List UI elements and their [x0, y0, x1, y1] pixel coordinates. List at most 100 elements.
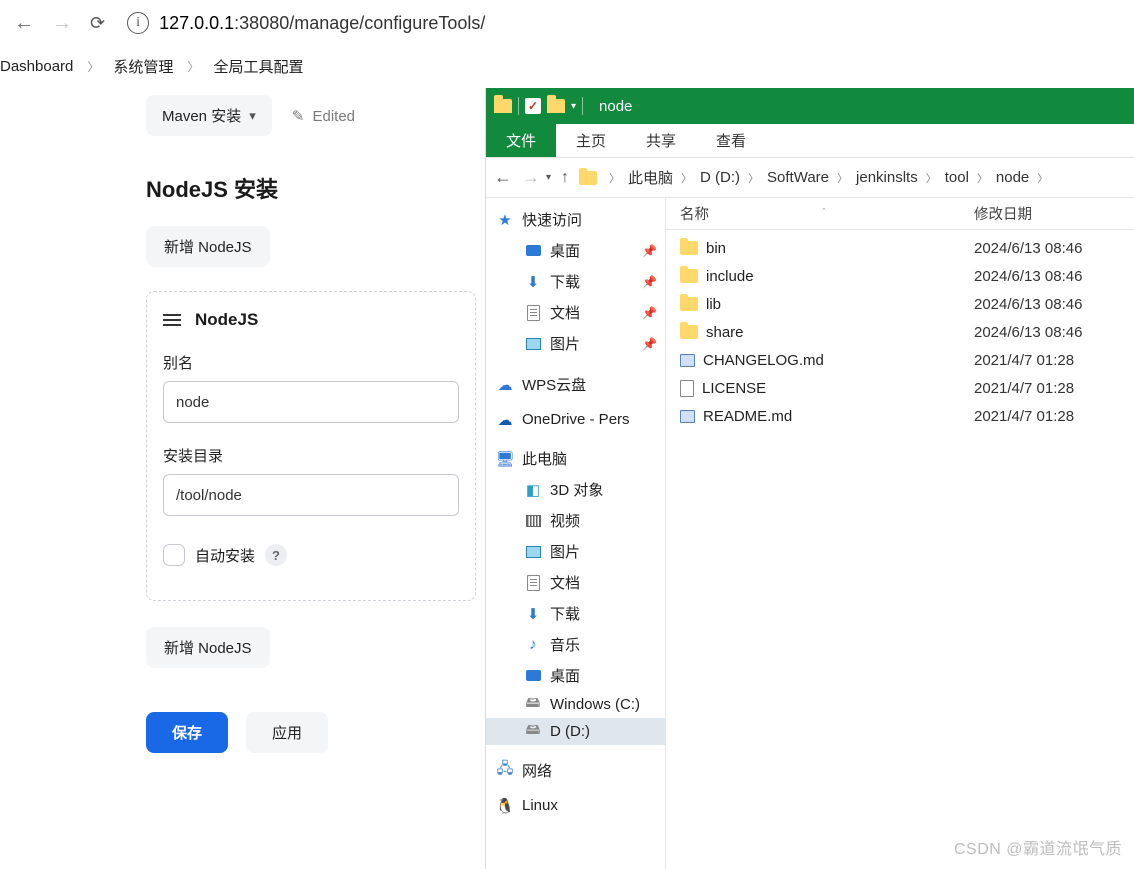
sidebar-music[interactable]: ♪音乐	[486, 629, 665, 660]
maven-install-pill[interactable]: Maven 安装 ▾	[146, 95, 272, 136]
column-date[interactable]: 修改日期	[974, 203, 1124, 224]
window-title: node	[599, 98, 632, 115]
sidebar-windows-c[interactable]: 🖴Windows (C:)	[486, 691, 665, 718]
onedrive-icon: ☁	[496, 412, 514, 428]
path-breadcrumb[interactable]: 〉 此电脑 〉 D (D:) 〉 SoftWare 〉 jenkinslts 〉…	[579, 167, 1124, 188]
path-segment[interactable]: D (D:)	[700, 169, 740, 186]
download-icon: ⬇	[524, 606, 542, 622]
address-bar[interactable]: i 127.0.0.1:38080/manage/configureTools/	[127, 12, 485, 34]
path-segment[interactable]: SoftWare	[767, 169, 829, 186]
file-row[interactable]: CHANGELOG.md 2021/4/7 01:28	[666, 346, 1134, 374]
sidebar-3d-objects[interactable]: ◧3D 对象	[486, 474, 665, 505]
cloud-icon: ☁	[496, 377, 514, 393]
sidebar-documents2[interactable]: 文档	[486, 567, 665, 598]
install-dir-input[interactable]	[163, 474, 459, 516]
sidebar-videos[interactable]: 视频	[486, 505, 665, 536]
file-date: 2021/4/7 01:28	[974, 352, 1124, 369]
dropdown-icon[interactable]: ▾	[571, 101, 576, 112]
sidebar-desktop2[interactable]: 桌面	[486, 660, 665, 691]
breadcrumb-item[interactable]: 全局工具配置	[213, 56, 303, 77]
folder-icon	[680, 269, 698, 283]
chevron-down-icon: ▾	[249, 108, 256, 124]
sidebar-downloads[interactable]: ⬇下载📌	[486, 266, 665, 297]
pencil-icon: ✎	[292, 107, 305, 125]
file-date: 2024/6/13 08:46	[974, 324, 1124, 341]
sidebar-documents[interactable]: 文档📌	[486, 297, 665, 328]
sidebar-linux[interactable]: 🐧Linux	[486, 792, 665, 819]
forward-icon[interactable]: →	[522, 167, 540, 188]
save-button[interactable]: 保存	[146, 712, 228, 753]
ribbon-tabs: 文件 主页 共享 查看	[486, 124, 1134, 158]
sidebar-d-drive[interactable]: 🖴D (D:)	[486, 718, 665, 745]
url-text: 127.0.0.1:38080/manage/configureTools/	[159, 13, 485, 34]
path-segment[interactable]: 此电脑	[628, 167, 673, 188]
music-icon: ♪	[524, 637, 542, 653]
download-icon: ⬇	[524, 274, 542, 290]
path-segment[interactable]: jenkinslts	[856, 169, 918, 186]
back-icon[interactable]: ←	[14, 12, 34, 35]
pin-icon: 📌	[642, 275, 657, 289]
file-row[interactable]: README.md 2021/4/7 01:28	[666, 402, 1134, 430]
path-segment[interactable]: node	[996, 169, 1029, 186]
pin-icon: 📌	[642, 306, 657, 320]
breadcrumb-item[interactable]: 系统管理	[113, 56, 173, 77]
file-row[interactable]: LICENSE2021/4/7 01:28	[666, 374, 1134, 402]
sidebar-wps[interactable]: ☁WPS云盘	[486, 369, 665, 400]
sidebar-network[interactable]: 🖧网络	[486, 755, 665, 786]
file-icon	[680, 380, 694, 397]
disk-icon: 🖴	[524, 724, 542, 740]
sidebar-desktop[interactable]: 桌面📌	[486, 235, 665, 266]
back-icon[interactable]: ←	[494, 167, 512, 188]
auto-install-checkbox[interactable]	[163, 544, 185, 566]
sidebar-downloads2[interactable]: ⬇下载	[486, 598, 665, 629]
sidebar-pictures2[interactable]: 图片	[486, 536, 665, 567]
path-segment[interactable]: tool	[945, 169, 969, 186]
sidebar-onedrive[interactable]: ☁OneDrive - Pers	[486, 406, 665, 433]
folder-icon	[680, 297, 698, 311]
file-row[interactable]: lib2024/6/13 08:46	[666, 290, 1134, 318]
install-dir-label: 安装目录	[163, 445, 459, 466]
file-row[interactable]: share2024/6/13 08:46	[666, 318, 1134, 346]
file-name: CHANGELOG.md	[703, 352, 824, 369]
up-icon[interactable]: ↑	[561, 169, 569, 187]
desktop-icon	[526, 245, 541, 256]
add-nodejs-button[interactable]: 新增 NodeJS	[146, 627, 270, 668]
markdown-icon	[680, 410, 695, 423]
file-row[interactable]: bin2024/6/13 08:46	[666, 234, 1134, 262]
document-icon	[527, 305, 540, 321]
alias-input[interactable]	[163, 381, 459, 423]
file-name: bin	[706, 240, 726, 257]
file-name: README.md	[703, 408, 792, 425]
refresh-icon[interactable]: ⟳	[90, 13, 105, 34]
panel-title: NodeJS	[195, 310, 258, 330]
explorer-titlebar[interactable]: ✓ ▾ node	[486, 88, 1134, 124]
drag-handle-icon[interactable]	[163, 314, 181, 326]
forward-icon[interactable]: →	[52, 12, 72, 35]
file-row[interactable]: include2024/6/13 08:46	[666, 262, 1134, 290]
column-headers[interactable]: 名称 ＾ 修改日期	[666, 198, 1134, 230]
file-date: 2021/4/7 01:28	[974, 380, 1124, 397]
desktop-icon	[526, 670, 541, 681]
sort-arrow-icon: ＾	[819, 206, 829, 221]
alias-label: 别名	[163, 352, 459, 373]
breadcrumb-item[interactable]: Dashboard	[0, 58, 73, 75]
chevron-right-icon: 〉	[187, 58, 199, 75]
tab-file[interactable]: 文件	[486, 124, 556, 157]
column-name[interactable]: 名称	[680, 203, 709, 224]
sidebar-pictures[interactable]: 图片📌	[486, 328, 665, 359]
sidebar-this-pc[interactable]: 🖥此电脑	[486, 443, 665, 474]
sidebar-quick-access[interactable]: ★快速访问	[486, 204, 665, 235]
file-date: 2021/4/7 01:28	[974, 408, 1124, 425]
help-icon[interactable]: ?	[265, 544, 287, 566]
folder-icon	[579, 171, 597, 185]
document-icon	[527, 575, 540, 591]
apply-button[interactable]: 应用	[246, 712, 328, 753]
tab-home[interactable]: 主页	[556, 124, 626, 157]
site-info-icon[interactable]: i	[127, 12, 149, 34]
chevron-right-icon: 〉	[1037, 170, 1048, 186]
tab-share[interactable]: 共享	[626, 124, 696, 157]
chevron-right-icon: 〉	[87, 58, 99, 75]
add-nodejs-button[interactable]: 新增 NodeJS	[146, 226, 270, 267]
history-dropdown-icon[interactable]: ▾	[546, 172, 551, 183]
tab-view[interactable]: 查看	[696, 124, 766, 157]
